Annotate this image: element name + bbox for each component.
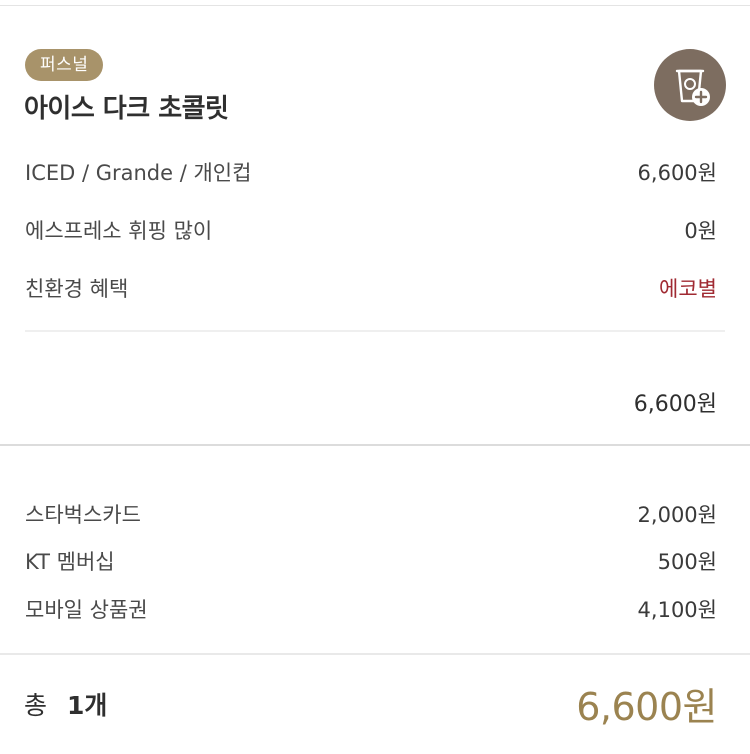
product-name: 아이스 다크 초콜릿 [24,94,229,124]
payment-row-mobile-voucher: 모바일 상품권 4,100원 [25,594,717,624]
item-divider [25,330,725,332]
option-label: ICED / Grande / 개인컵 [25,161,252,185]
payment-label: 모바일 상품권 [25,598,148,622]
payment-label: KT 멤버십 [25,550,115,574]
cup-plus-icon [675,69,710,106]
option-price: 0원 [684,219,717,243]
top-divider [0,5,750,6]
option-row-size: ICED / Grande / 개인컵 6,600원 [25,157,717,187]
section-divider [0,444,750,446]
payment-row-starbucks-card: 스타벅스카드 2,000원 [25,499,717,529]
payment-label: 스타벅스카드 [25,503,141,527]
option-label: 친환경 혜택 [25,277,129,301]
personal-cup-button[interactable] [654,49,726,121]
total-divider [0,653,750,655]
payment-row-kt-membership: KT 멤버십 500원 [25,546,717,576]
option-label: 에스프레소 휘핑 많이 [25,219,213,243]
personal-badge: 퍼스널 [25,49,104,81]
payment-amount: 2,000원 [637,503,717,527]
payment-amount: 4,100원 [637,598,717,622]
option-row-eco-benefit: 친환경 혜택 에코별 [25,273,717,303]
total-count: 1개 [67,691,108,720]
option-row-whipping: 에스프레소 휘핑 많이 0원 [25,215,717,245]
item-subtotal: 6,600원 [633,392,717,417]
eco-star-value: 에코별 [659,277,717,301]
total-label: 총 [24,691,48,720]
option-price: 6,600원 [637,161,717,185]
total-price: 6,600원 [576,685,717,729]
payment-amount: 500원 [657,550,717,574]
total-summary: 총 1개 [24,686,107,722]
